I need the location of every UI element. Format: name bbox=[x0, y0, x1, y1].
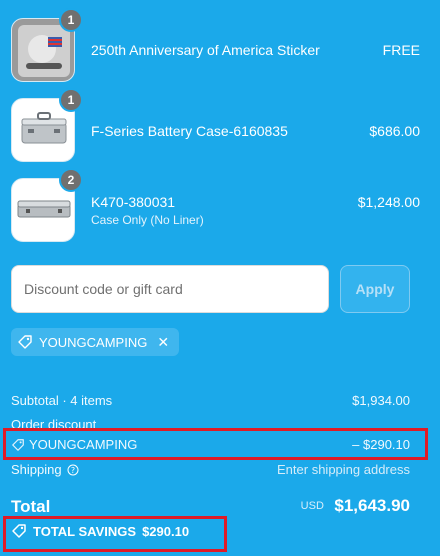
total-amount-group: USD $1,643.90 bbox=[301, 496, 410, 516]
shipping-value: Enter shipping address bbox=[277, 462, 410, 477]
total-savings: TOTAL SAVINGS $290.10 bbox=[11, 523, 189, 539]
discount-value: – $290.10 bbox=[352, 437, 410, 452]
savings-value: $290.10 bbox=[142, 523, 190, 539]
tag-icon bbox=[18, 335, 32, 349]
item-name: 250th Anniversary of America Sticker bbox=[91, 42, 320, 58]
discount-code-input[interactable] bbox=[11, 265, 329, 313]
cart-item: 1 250th Anniversary of America Sticker F… bbox=[11, 8, 431, 84]
cart-item: 2 K470-380031 Case Only (No Liner) $1,24… bbox=[11, 168, 431, 244]
svg-text:?: ? bbox=[70, 466, 74, 475]
total-label: Total bbox=[11, 497, 51, 516]
quantity-badge: 1 bbox=[59, 88, 83, 112]
quantity-badge: 2 bbox=[59, 168, 83, 192]
item-variant: Case Only (No Liner) bbox=[91, 213, 204, 227]
item-name: K470-380031 bbox=[91, 194, 176, 210]
savings-label: TOTAL SAVINGS bbox=[33, 523, 137, 539]
quantity-badge: 1 bbox=[59, 8, 83, 32]
close-icon[interactable]: ✕ bbox=[157, 334, 169, 351]
tag-icon bbox=[12, 524, 26, 538]
applied-discount-chip: YOUNGCAMPING ✕ bbox=[11, 328, 180, 356]
cart-item: 1 F-Series Battery Case-6160835 $686.00 bbox=[11, 88, 431, 164]
apply-button[interactable]: Apply bbox=[340, 265, 410, 313]
currency-code: USD bbox=[300, 500, 324, 512]
tag-icon bbox=[12, 438, 24, 451]
applied-discount-code: YOUNGCAMPING bbox=[39, 334, 148, 350]
item-name: F-Series Battery Case-6160835 bbox=[91, 123, 288, 139]
subtotal-value: $1,934.00 bbox=[352, 393, 410, 408]
help-icon[interactable]: ? bbox=[67, 464, 79, 476]
subtotal-label: Subtotal · 4 items bbox=[11, 393, 113, 408]
item-price: FREE bbox=[382, 42, 420, 58]
item-price: $686.00 bbox=[369, 123, 420, 139]
total-amount: $1,643.90 bbox=[334, 496, 410, 515]
item-price: $1,248.00 bbox=[357, 194, 420, 210]
shipping-label: Shipping bbox=[11, 462, 62, 477]
discount-code-label: YOUNGCAMPING bbox=[29, 437, 138, 452]
